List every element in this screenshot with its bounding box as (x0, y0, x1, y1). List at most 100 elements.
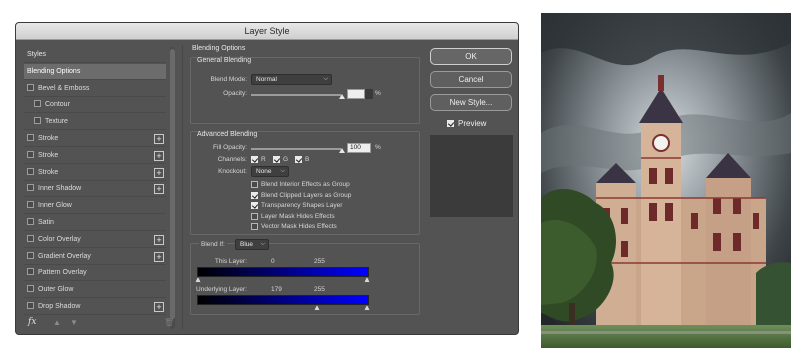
channels-label: Channels: (217, 156, 247, 163)
style-item-checkbox[interactable] (27, 201, 34, 209)
styles-list-scrollbar[interactable] (170, 47, 175, 329)
panel-divider (182, 45, 183, 329)
style-item-inner-shadow[interactable]: Inner Shadow + (24, 181, 166, 198)
underlying-layer-gradient[interactable] (197, 295, 369, 305)
style-item-styles[interactable]: Styles (24, 47, 166, 63)
blending-options-title: Blending Options (192, 45, 246, 52)
advanced-option-checkbox[interactable] (251, 191, 258, 199)
underlying-layer-black-slider[interactable] (314, 305, 320, 311)
style-item-checkbox[interactable] (27, 83, 34, 91)
this-layer-gradient[interactable] (197, 267, 369, 277)
style-item-stroke[interactable]: Stroke + (24, 148, 166, 164)
style-item-label: Bevel & Emboss (38, 84, 90, 92)
general-blending-title: General Blending (197, 57, 252, 64)
style-item-checkbox[interactable] (34, 100, 41, 108)
advanced-option-checkbox[interactable] (251, 181, 258, 188)
advanced-option-checkbox[interactable] (251, 223, 258, 230)
underlying-layer-high: 255 (314, 286, 325, 293)
fill-opacity-value: 100 (350, 144, 361, 151)
fill-opacity-field[interactable]: 100 (347, 143, 371, 153)
style-item-satin[interactable]: Satin (24, 215, 166, 231)
style-item-color-overlay[interactable]: Color Overlay + (24, 232, 166, 248)
blend-mode-select[interactable]: Normal ⌵ (251, 74, 332, 85)
style-item-checkbox[interactable] (27, 302, 34, 309)
channel-r-checkbox[interactable] (251, 156, 258, 163)
add-effect-icon[interactable]: + (154, 150, 164, 161)
advanced-option-label: Vector Mask Hides Effects (261, 223, 337, 230)
preview-checkbox[interactable] (447, 120, 454, 127)
add-effect-icon[interactable]: + (154, 234, 164, 245)
style-item-checkbox[interactable] (27, 268, 34, 276)
ok-label: OK (465, 52, 477, 61)
styles-list-scroll-thumb[interactable] (170, 49, 175, 319)
blend-if-value: Blue (240, 241, 254, 248)
style-item-stroke[interactable]: Stroke + (24, 131, 166, 147)
style-item-label: Satin (38, 219, 54, 226)
fx-icon[interactable]: fx (28, 317, 36, 327)
move-up-icon[interactable]: ▲ (53, 318, 61, 327)
move-down-icon[interactable]: ▼ (70, 318, 78, 327)
cancel-label: Cancel (458, 75, 484, 84)
advanced-option-label: Blend Clipped Layers as Group (261, 191, 352, 199)
courthouse-photo (541, 13, 791, 348)
knockout-select[interactable]: None ⌵ (251, 166, 289, 177)
style-item-drop-shadow[interactable]: Drop Shadow + (24, 299, 166, 315)
add-effect-icon[interactable]: + (154, 302, 164, 312)
opacity-slider-thumb[interactable] (339, 94, 345, 99)
style-item-stroke[interactable]: Stroke + (24, 165, 166, 181)
advanced-option-label: Transparency Shapes Layer (261, 202, 343, 209)
blend-mode-value: Normal (256, 76, 277, 83)
fill-opacity-slider[interactable] (251, 148, 341, 150)
advanced-option-checkbox[interactable] (251, 212, 258, 220)
preview-toggle[interactable]: Preview (447, 119, 486, 128)
style-item-inner-glow[interactable]: Inner Glow (24, 198, 166, 215)
style-item-label: Texture (45, 118, 68, 126)
add-effect-icon[interactable]: + (154, 134, 164, 144)
opacity-slider[interactable] (251, 94, 341, 96)
trash-icon[interactable]: 🗑 (164, 318, 174, 327)
style-item-texture[interactable]: Texture (24, 114, 166, 131)
cancel-button[interactable]: Cancel (430, 71, 512, 88)
style-item-blending-options[interactable]: Blending Options (24, 63, 166, 80)
add-effect-icon[interactable]: + (154, 251, 164, 262)
blend-if-label: Blend If: (199, 241, 227, 248)
underlying-layer-white-slider[interactable] (364, 305, 370, 311)
add-effect-icon[interactable]: + (154, 167, 164, 178)
style-item-checkbox[interactable] (27, 218, 34, 225)
channel-b-checkbox[interactable] (295, 156, 302, 163)
opacity-field[interactable] (347, 89, 365, 99)
opacity-stepper[interactable] (365, 89, 373, 99)
general-blending-group: General Blending Blend Mode: Normal ⌵ Opa… (190, 57, 420, 124)
style-item-checkbox[interactable] (27, 167, 34, 175)
fill-opacity-slider-thumb[interactable] (339, 148, 345, 153)
style-item-checkbox[interactable] (27, 285, 34, 293)
style-item-pattern-overlay[interactable]: Pattern Overlay (24, 265, 166, 282)
style-item-gradient-overlay[interactable]: Gradient Overlay + (24, 249, 166, 265)
styles-list: Styles Blending Options Bevel & Emboss Cont… (24, 47, 175, 329)
style-item-checkbox[interactable] (27, 150, 34, 158)
style-item-checkbox[interactable] (34, 117, 41, 125)
chevron-down-icon: ⌵ (260, 241, 265, 247)
add-effect-icon[interactable]: + (154, 184, 164, 195)
channel-g-checkbox[interactable] (273, 156, 280, 163)
dialog-title: Layer Style (244, 26, 290, 36)
fill-opacity-percent: % (375, 144, 381, 151)
ok-button[interactable]: OK (430, 48, 512, 65)
opacity-label: Opacity: (223, 90, 247, 97)
advanced-option-checkbox[interactable] (251, 202, 258, 209)
style-item-checkbox[interactable] (27, 251, 34, 259)
new-style-button[interactable]: New Style... (430, 94, 512, 111)
style-item-checkbox[interactable] (27, 234, 34, 242)
style-item-label: Gradient Overlay (38, 252, 91, 260)
style-item-label: Inner Shadow (38, 185, 82, 193)
this-layer-white-slider[interactable] (364, 277, 370, 283)
this-layer-black-slider[interactable] (195, 277, 201, 283)
style-item-outer-glow[interactable]: Outer Glow (24, 282, 166, 299)
style-item-contour[interactable]: Contour (24, 97, 166, 114)
dialog-title-bar[interactable]: Layer Style (16, 23, 518, 40)
style-item-checkbox[interactable] (27, 134, 34, 141)
style-item-checkbox[interactable] (27, 184, 34, 192)
advanced-blending-title: Advanced Blending (197, 131, 258, 138)
style-item-bevel-emboss[interactable]: Bevel & Emboss (24, 81, 166, 97)
blend-if-select[interactable]: Blue ⌵ (235, 239, 269, 250)
